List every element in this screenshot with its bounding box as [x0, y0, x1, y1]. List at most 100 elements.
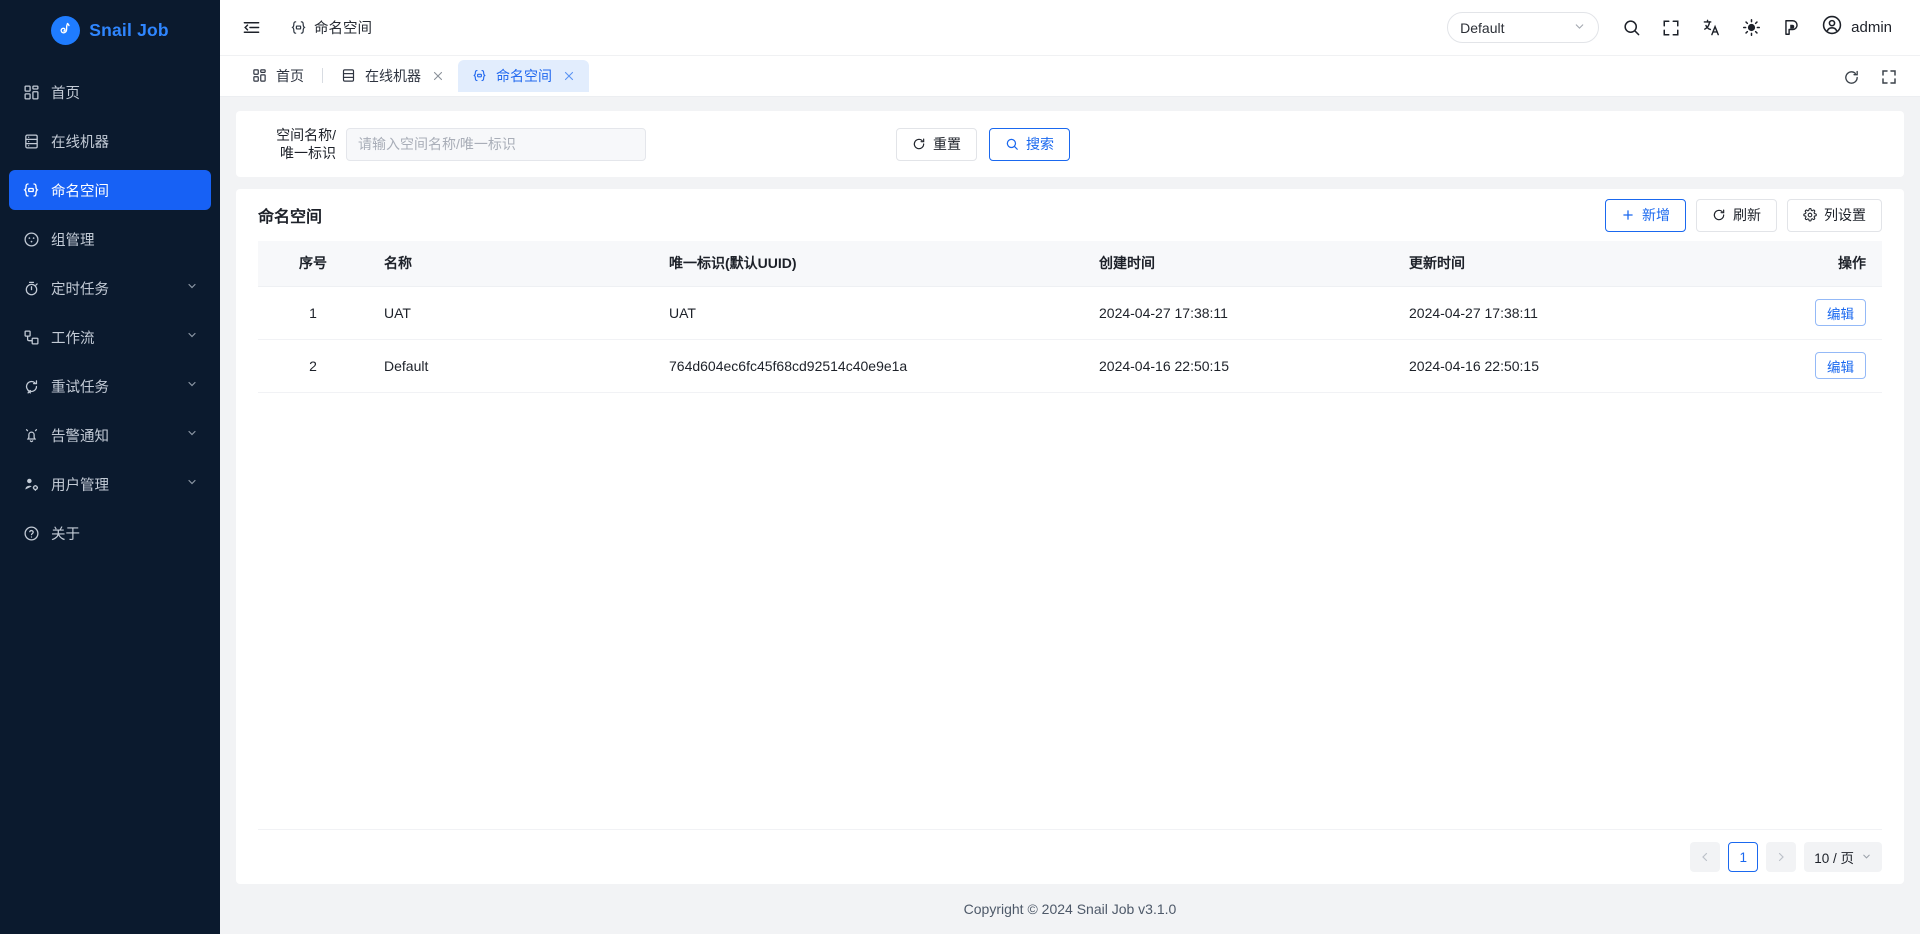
workflow-icon — [22, 328, 40, 346]
table-row[interactable]: 1 UAT UAT 2024-04-27 17:38:11 2024-04-27… — [258, 286, 1882, 340]
refresh-button-label: 刷新 — [1733, 207, 1761, 223]
chevron-left-icon — [1702, 852, 1708, 862]
sidebar-item-about[interactable]: 关于 — [9, 513, 211, 553]
sidebar-item-namespace[interactable]: 命名空间 — [9, 170, 211, 210]
namespace-icon — [290, 19, 307, 36]
sidebar-item-label: 关于 — [51, 526, 80, 543]
sidebar-item-label: 告警通知 — [51, 428, 109, 445]
cell-name: UAT — [368, 286, 653, 340]
cell-uuid: UAT — [653, 286, 1083, 340]
sidebar-item-workflow[interactable]: 工作流 — [9, 317, 211, 357]
brand-name: Snail Job — [89, 19, 169, 40]
translate-icon[interactable] — [1691, 8, 1731, 48]
edit-button[interactable]: 编辑 — [1815, 299, 1866, 326]
sidebar-item-alarm-notification[interactable]: 告警通知 — [9, 415, 211, 455]
panel-header: 命名空间 新增 刷新 列设置 — [236, 189, 1904, 241]
user-settings-icon — [22, 475, 40, 493]
sidebar-item-group-management[interactable]: 组管理 — [9, 219, 211, 259]
breadcrumb: 命名空间 — [290, 17, 372, 38]
cell-updated-at: 2024-04-16 22:50:15 — [1393, 339, 1703, 393]
fullscreen-icon[interactable] — [1651, 8, 1691, 48]
snail-logo-icon — [51, 15, 81, 45]
table-wrapper: 序号 名称 唯一标识(默认UUID) 创建时间 更新时间 操作 1 UAT UA… — [236, 241, 1904, 830]
gear-icon — [1803, 208, 1817, 222]
timer-icon — [22, 279, 40, 297]
sidebar-item-home[interactable]: 首页 — [9, 72, 211, 112]
tab-online-machines[interactable]: 在线机器 — [327, 60, 458, 92]
sidebar-item-label: 用户管理 — [51, 477, 109, 494]
pagination-page-1[interactable]: 1 — [1728, 842, 1759, 872]
table-header: 序号 名称 唯一标识(默认UUID) 创建时间 更新时间 操作 — [258, 241, 1882, 287]
column-settings-button-label: 列设置 — [1824, 207, 1866, 223]
cell-created-at: 2024-04-16 22:50:15 — [1083, 339, 1393, 393]
sidebar-item-label: 命名空间 — [51, 183, 109, 200]
column-header-updated-at: 更新时间 — [1393, 241, 1703, 287]
refresh-icon — [1712, 208, 1726, 222]
pagination-prev[interactable] — [1690, 842, 1721, 872]
search-icon[interactable] — [1611, 8, 1651, 48]
sidebar-item-online-machines[interactable]: 在线机器 — [9, 121, 211, 161]
fullscreen-icon[interactable] — [1876, 64, 1902, 90]
search-button-label: 搜索 — [1026, 136, 1054, 152]
sidebar-item-retry-tasks[interactable]: 重试任务 — [9, 366, 211, 406]
close-icon[interactable] — [563, 70, 575, 82]
tab-namespace[interactable]: 命名空间 — [458, 59, 589, 92]
search-actions: 重置 搜索 — [896, 127, 1070, 161]
namespace-table: 序号 名称 唯一标识(默认UUID) 创建时间 更新时间 操作 1 UAT UA… — [258, 241, 1882, 393]
sidebar-item-label: 在线机器 — [51, 134, 109, 151]
close-icon[interactable] — [432, 70, 444, 82]
table-row[interactable]: 2 Default 764d604ec6fc45f68cd92514c40e9e… — [258, 339, 1882, 393]
tab-home[interactable]: 首页 — [238, 60, 318, 92]
tab-label: 首页 — [276, 67, 304, 84]
chevron-down-icon — [1861, 850, 1872, 865]
menu-collapse-icon[interactable] — [238, 15, 264, 41]
table-body: 1 UAT UAT 2024-04-27 17:38:11 2024-04-27… — [258, 286, 1882, 393]
chevron-right-icon — [1779, 852, 1785, 862]
column-header-actions: 操作 — [1703, 241, 1882, 287]
sidebar-item-label: 首页 — [51, 85, 80, 102]
namespace-select-value: Default — [1460, 19, 1505, 36]
cell-name: Default — [368, 339, 653, 393]
dashboard-icon — [252, 68, 267, 83]
user-name: admin — [1851, 19, 1892, 36]
column-header-created-at: 创建时间 — [1083, 241, 1393, 287]
reset-button[interactable]: 重置 — [896, 127, 977, 161]
cell-updated-at: 2024-04-27 17:38:11 — [1393, 286, 1703, 340]
search-button[interactable]: 搜索 — [989, 127, 1070, 161]
sidebar-item-user-management[interactable]: 用户管理 — [9, 464, 211, 504]
column-settings-button[interactable]: 列设置 — [1787, 198, 1882, 232]
color-palette-icon[interactable] — [1771, 8, 1811, 48]
dashboard-icon — [22, 83, 40, 101]
search-input[interactable] — [346, 127, 646, 161]
sidebar-nav: 首页 在线机器 命名空间 组管理 定时任务 工作流 重试任务 告警通知 用户管理… — [0, 72, 220, 562]
page-size-select[interactable]: 10 / 页 — [1804, 842, 1882, 872]
app-root: Snail Job 首页 在线机器 命名空间 组管理 定时任务 工作流 重试任务… — [0, 0, 1920, 934]
bell-icon — [22, 426, 40, 444]
add-button[interactable]: 新增 — [1605, 198, 1686, 232]
reset-button-label: 重置 — [933, 136, 961, 152]
cell-index: 2 — [258, 339, 368, 393]
column-header-index: 序号 — [258, 241, 368, 287]
chevron-down-icon — [186, 329, 198, 345]
content-area: 空间名称/ 唯一标识 重置 搜索 — [220, 97, 1920, 934]
sidebar-item-label: 重试任务 — [51, 379, 109, 396]
server-icon — [341, 68, 356, 83]
table-empty-space — [258, 393, 1882, 830]
tab-label: 命名空间 — [496, 67, 552, 84]
refresh-icon[interactable] — [1838, 64, 1864, 90]
plus-icon — [1621, 208, 1635, 222]
top-header: 命名空间 Default admin — [220, 0, 1920, 56]
theme-sun-icon[interactable] — [1731, 8, 1771, 48]
user-menu[interactable]: admin — [1811, 14, 1898, 41]
pagination: 1 10 / 页 — [236, 830, 1904, 884]
pagination-next[interactable] — [1766, 842, 1797, 872]
sidebar-item-scheduled-tasks[interactable]: 定时任务 — [9, 268, 211, 308]
edit-button[interactable]: 编辑 — [1815, 352, 1866, 379]
refresh-button[interactable]: 刷新 — [1696, 198, 1777, 232]
cell-created-at: 2024-04-27 17:38:11 — [1083, 286, 1393, 340]
tab-label: 在线机器 — [365, 67, 421, 84]
brand-logo[interactable]: Snail Job — [0, 2, 220, 58]
namespace-select[interactable]: Default — [1447, 12, 1600, 43]
cell-index: 1 — [258, 286, 368, 340]
column-header-uuid: 唯一标识(默认UUID) — [653, 241, 1083, 287]
